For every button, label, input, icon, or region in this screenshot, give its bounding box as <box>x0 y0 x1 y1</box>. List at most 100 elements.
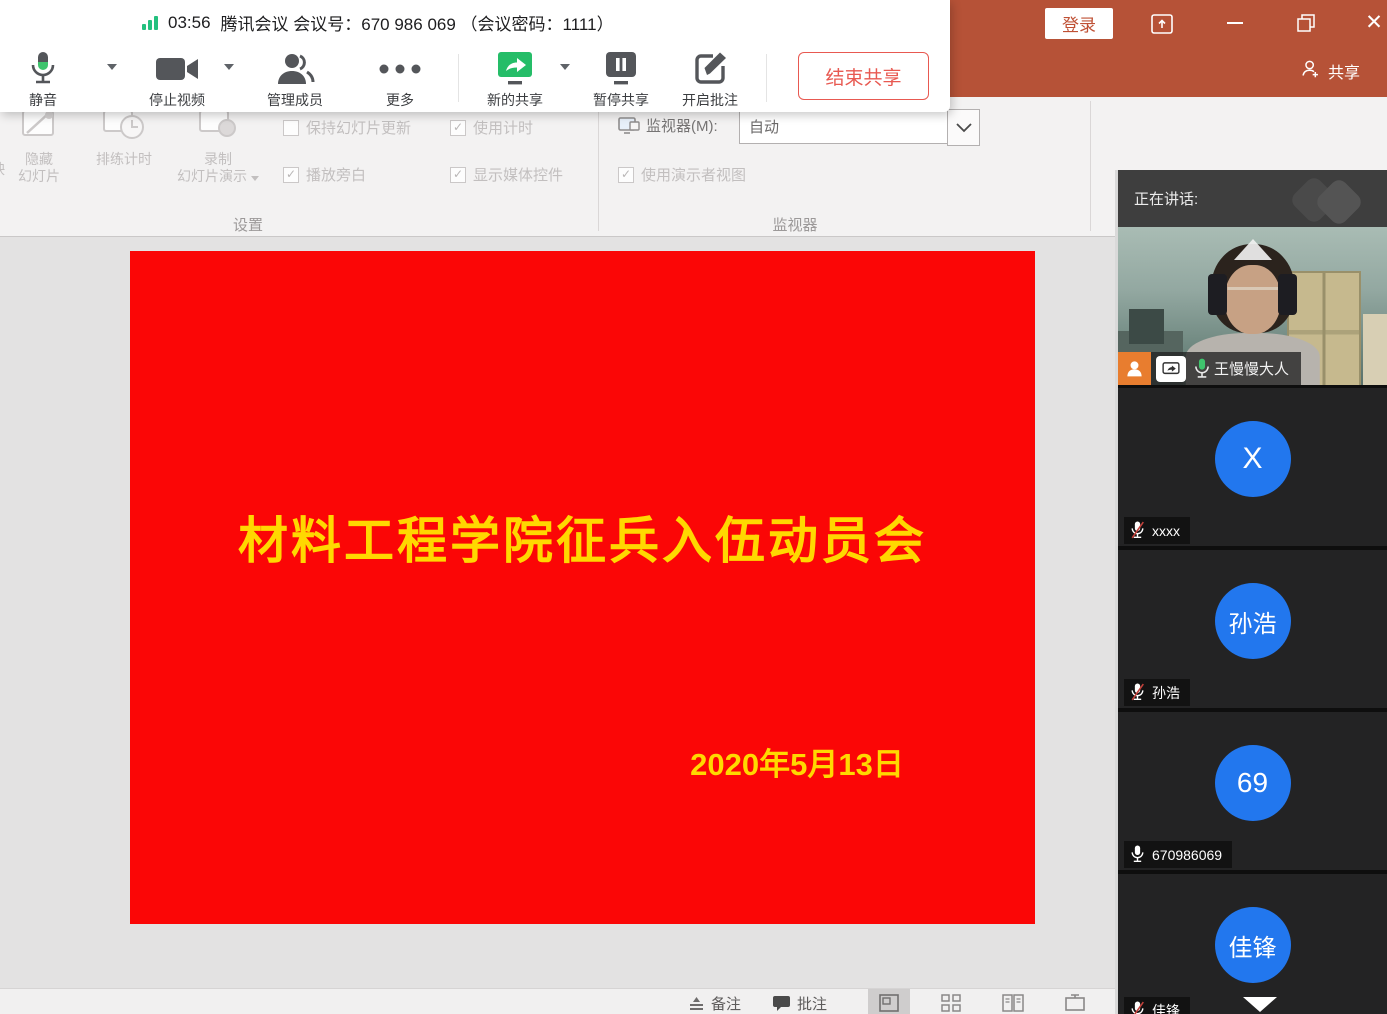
end-share-button[interactable]: 结束共享 <box>798 52 929 100</box>
checkbox-play-narrations[interactable]: ✓ 播放旁白 <box>283 164 366 185</box>
mic-active-icon <box>1130 845 1145 864</box>
host-badge-icon <box>1118 352 1151 385</box>
checkbox-show-media-controls[interactable]: ✓ 显示媒体控件 <box>450 164 563 185</box>
notes-button[interactable]: 备注 <box>688 993 741 1014</box>
view-normal-button[interactable] <box>868 989 910 1014</box>
participant-tile[interactable]: 佳锋 佳锋 <box>1118 874 1387 1014</box>
chevron-down-icon <box>251 176 259 181</box>
new-share-icon <box>472 50 558 88</box>
rehearse-timings-button[interactable]: 排练计时 <box>88 107 160 168</box>
mic-active-icon <box>1194 358 1210 380</box>
participant-tile[interactable]: 孙浩 孙浩 <box>1118 550 1387 708</box>
checkbox-keep-slides-updated[interactable]: 保持幻灯片更新 <box>283 117 411 138</box>
mic-muted-icon <box>1130 521 1145 540</box>
hide-slide-button[interactable]: 隐藏 幻灯片 <box>8 107 70 185</box>
screen-sharing-badge-icon <box>1156 356 1186 382</box>
stop-video-dropdown-caret-icon[interactable] <box>224 64 234 70</box>
participant-name: 670986069 <box>1152 847 1222 863</box>
collapse-panel-icon[interactable] <box>1234 239 1272 260</box>
toolbar-divider <box>458 54 459 102</box>
checkbox-use-presenter-view[interactable]: ✓ 使用演示者视图 <box>618 164 746 185</box>
checkbox-box: ✓ <box>618 167 634 183</box>
slide-date: 2020年5月13日 <box>567 739 1027 784</box>
rehearse-timings-icon <box>88 107 160 147</box>
view-reading-button[interactable] <box>992 989 1034 1014</box>
mic-muted-icon <box>1130 683 1145 702</box>
checkbox-box: ✓ <box>450 167 466 183</box>
ribbon-group-monitor-label: 监视器 <box>735 214 855 235</box>
close-icon[interactable]: ✕ <box>1360 8 1387 36</box>
checkbox-box <box>283 120 299 136</box>
pause-share-label: 暂停共享 <box>593 92 649 108</box>
start-annotation-label: 开启批注 <box>682 92 738 108</box>
cut-ribbon-button-fragment: 映 <box>0 159 5 179</box>
annotation-pen-icon <box>667 50 753 88</box>
checkbox-use-timings[interactable]: ✓ 使用计时 <box>450 117 533 138</box>
avatar: 孙浩 <box>1215 583 1291 659</box>
more-dots-icon <box>357 50 443 88</box>
participant-tile[interactable]: X xxxx <box>1118 388 1387 546</box>
participant-label: 670986069 <box>1124 841 1232 868</box>
record-slideshow-label1: 录制 <box>204 151 232 167</box>
pause-share-icon <box>578 50 664 88</box>
participant-label: xxxx <box>1124 517 1190 544</box>
view-slideshow-button[interactable] <box>1054 989 1096 1014</box>
new-share-dropdown-caret-icon[interactable] <box>560 64 570 70</box>
minimize-icon[interactable] <box>1222 10 1248 36</box>
screen: 登录 ✕ 共享 映 隐藏 幻灯片 排练计时 <box>0 0 1387 1014</box>
record-slideshow-button[interactable]: 录制 幻灯片演示 <box>172 107 264 185</box>
speaker-video-tile[interactable]: 王慢慢大人 <box>1118 227 1387 385</box>
toolbar-divider <box>766 54 767 102</box>
monitor-dropdown[interactable]: 自动 <box>739 109 958 144</box>
new-share-label: 新的共享 <box>487 92 543 108</box>
record-slideshow-label2: 幻灯片演示 <box>177 168 247 184</box>
camera-icon <box>134 50 220 88</box>
ribbon-group-settings-label: 设置 <box>188 214 308 235</box>
monitor-dropdown-chevron[interactable] <box>947 109 980 146</box>
slide-title: 材料工程学院征兵入伍动员会 <box>130 501 1035 573</box>
scroll-down-icon[interactable] <box>1243 997 1277 1012</box>
person-plus-icon <box>1300 58 1321 84</box>
new-share-button[interactable]: 新的共享 <box>472 50 558 110</box>
stop-video-button[interactable]: 停止视频 <box>134 50 220 110</box>
hide-slide-label2: 幻灯片 <box>18 168 60 184</box>
participant-name: 孙浩 <box>1152 683 1180 703</box>
ribbon-display-options-icon[interactable] <box>1150 13 1174 35</box>
slide-canvas[interactable]: 材料工程学院征兵入伍动员会 2020年5月13日 <box>130 251 1035 924</box>
more-button[interactable]: 更多 <box>357 50 443 110</box>
monitor-label-row: 监视器(M): <box>618 115 718 136</box>
monitor-icon <box>618 117 640 135</box>
mute-label: 静音 <box>29 92 57 108</box>
meeting-title: 腾讯会议 会议号：670 986 069 （会议密码：1111） <box>221 10 614 35</box>
monitor-dropdown-value: 自动 <box>749 116 779 137</box>
participant-name: 佳锋 <box>1152 1001 1180 1014</box>
comments-icon <box>772 996 791 1012</box>
record-slideshow-icon <box>172 107 264 147</box>
ppt-share-label: 共享 <box>1328 59 1360 83</box>
comments-label: 批注 <box>797 993 827 1014</box>
member-icon <box>252 50 338 88</box>
microphone-icon <box>0 50 86 88</box>
speaker-name: 王慢慢大人 <box>1214 358 1289 379</box>
meeting-control-panel: 03:56 腾讯会议 会议号：670 986 069 （会议密码：1111） 静… <box>0 0 950 112</box>
monitor-label: 监视器(M): <box>646 115 718 136</box>
ppt-login-button[interactable]: 登录 <box>1045 8 1113 39</box>
ribbon-divider <box>1090 101 1091 231</box>
participant-tile[interactable]: 69 670986069 <box>1118 712 1387 870</box>
more-label: 更多 <box>386 92 414 108</box>
ppt-share-button[interactable]: 共享 <box>1300 58 1360 84</box>
checkbox-box: ✓ <box>450 120 466 136</box>
mic-muted-icon <box>1130 1001 1145 1014</box>
manage-members-button[interactable]: 管理成员 <box>252 50 338 110</box>
view-slide-sorter-button[interactable] <box>930 989 972 1014</box>
comments-button[interactable]: 批注 <box>772 993 827 1014</box>
pause-share-button[interactable]: 暂停共享 <box>578 50 664 110</box>
manage-members-label: 管理成员 <box>267 92 323 108</box>
restore-icon[interactable] <box>1293 10 1319 36</box>
checkbox-box: ✓ <box>283 167 299 183</box>
checkbox-label: 保持幻灯片更新 <box>306 117 411 138</box>
start-annotation-button[interactable]: 开启批注 <box>667 50 753 110</box>
mute-dropdown-caret-icon[interactable] <box>107 64 117 70</box>
checkbox-label: 使用计时 <box>473 117 533 138</box>
mute-button[interactable]: 静音 <box>0 50 86 110</box>
